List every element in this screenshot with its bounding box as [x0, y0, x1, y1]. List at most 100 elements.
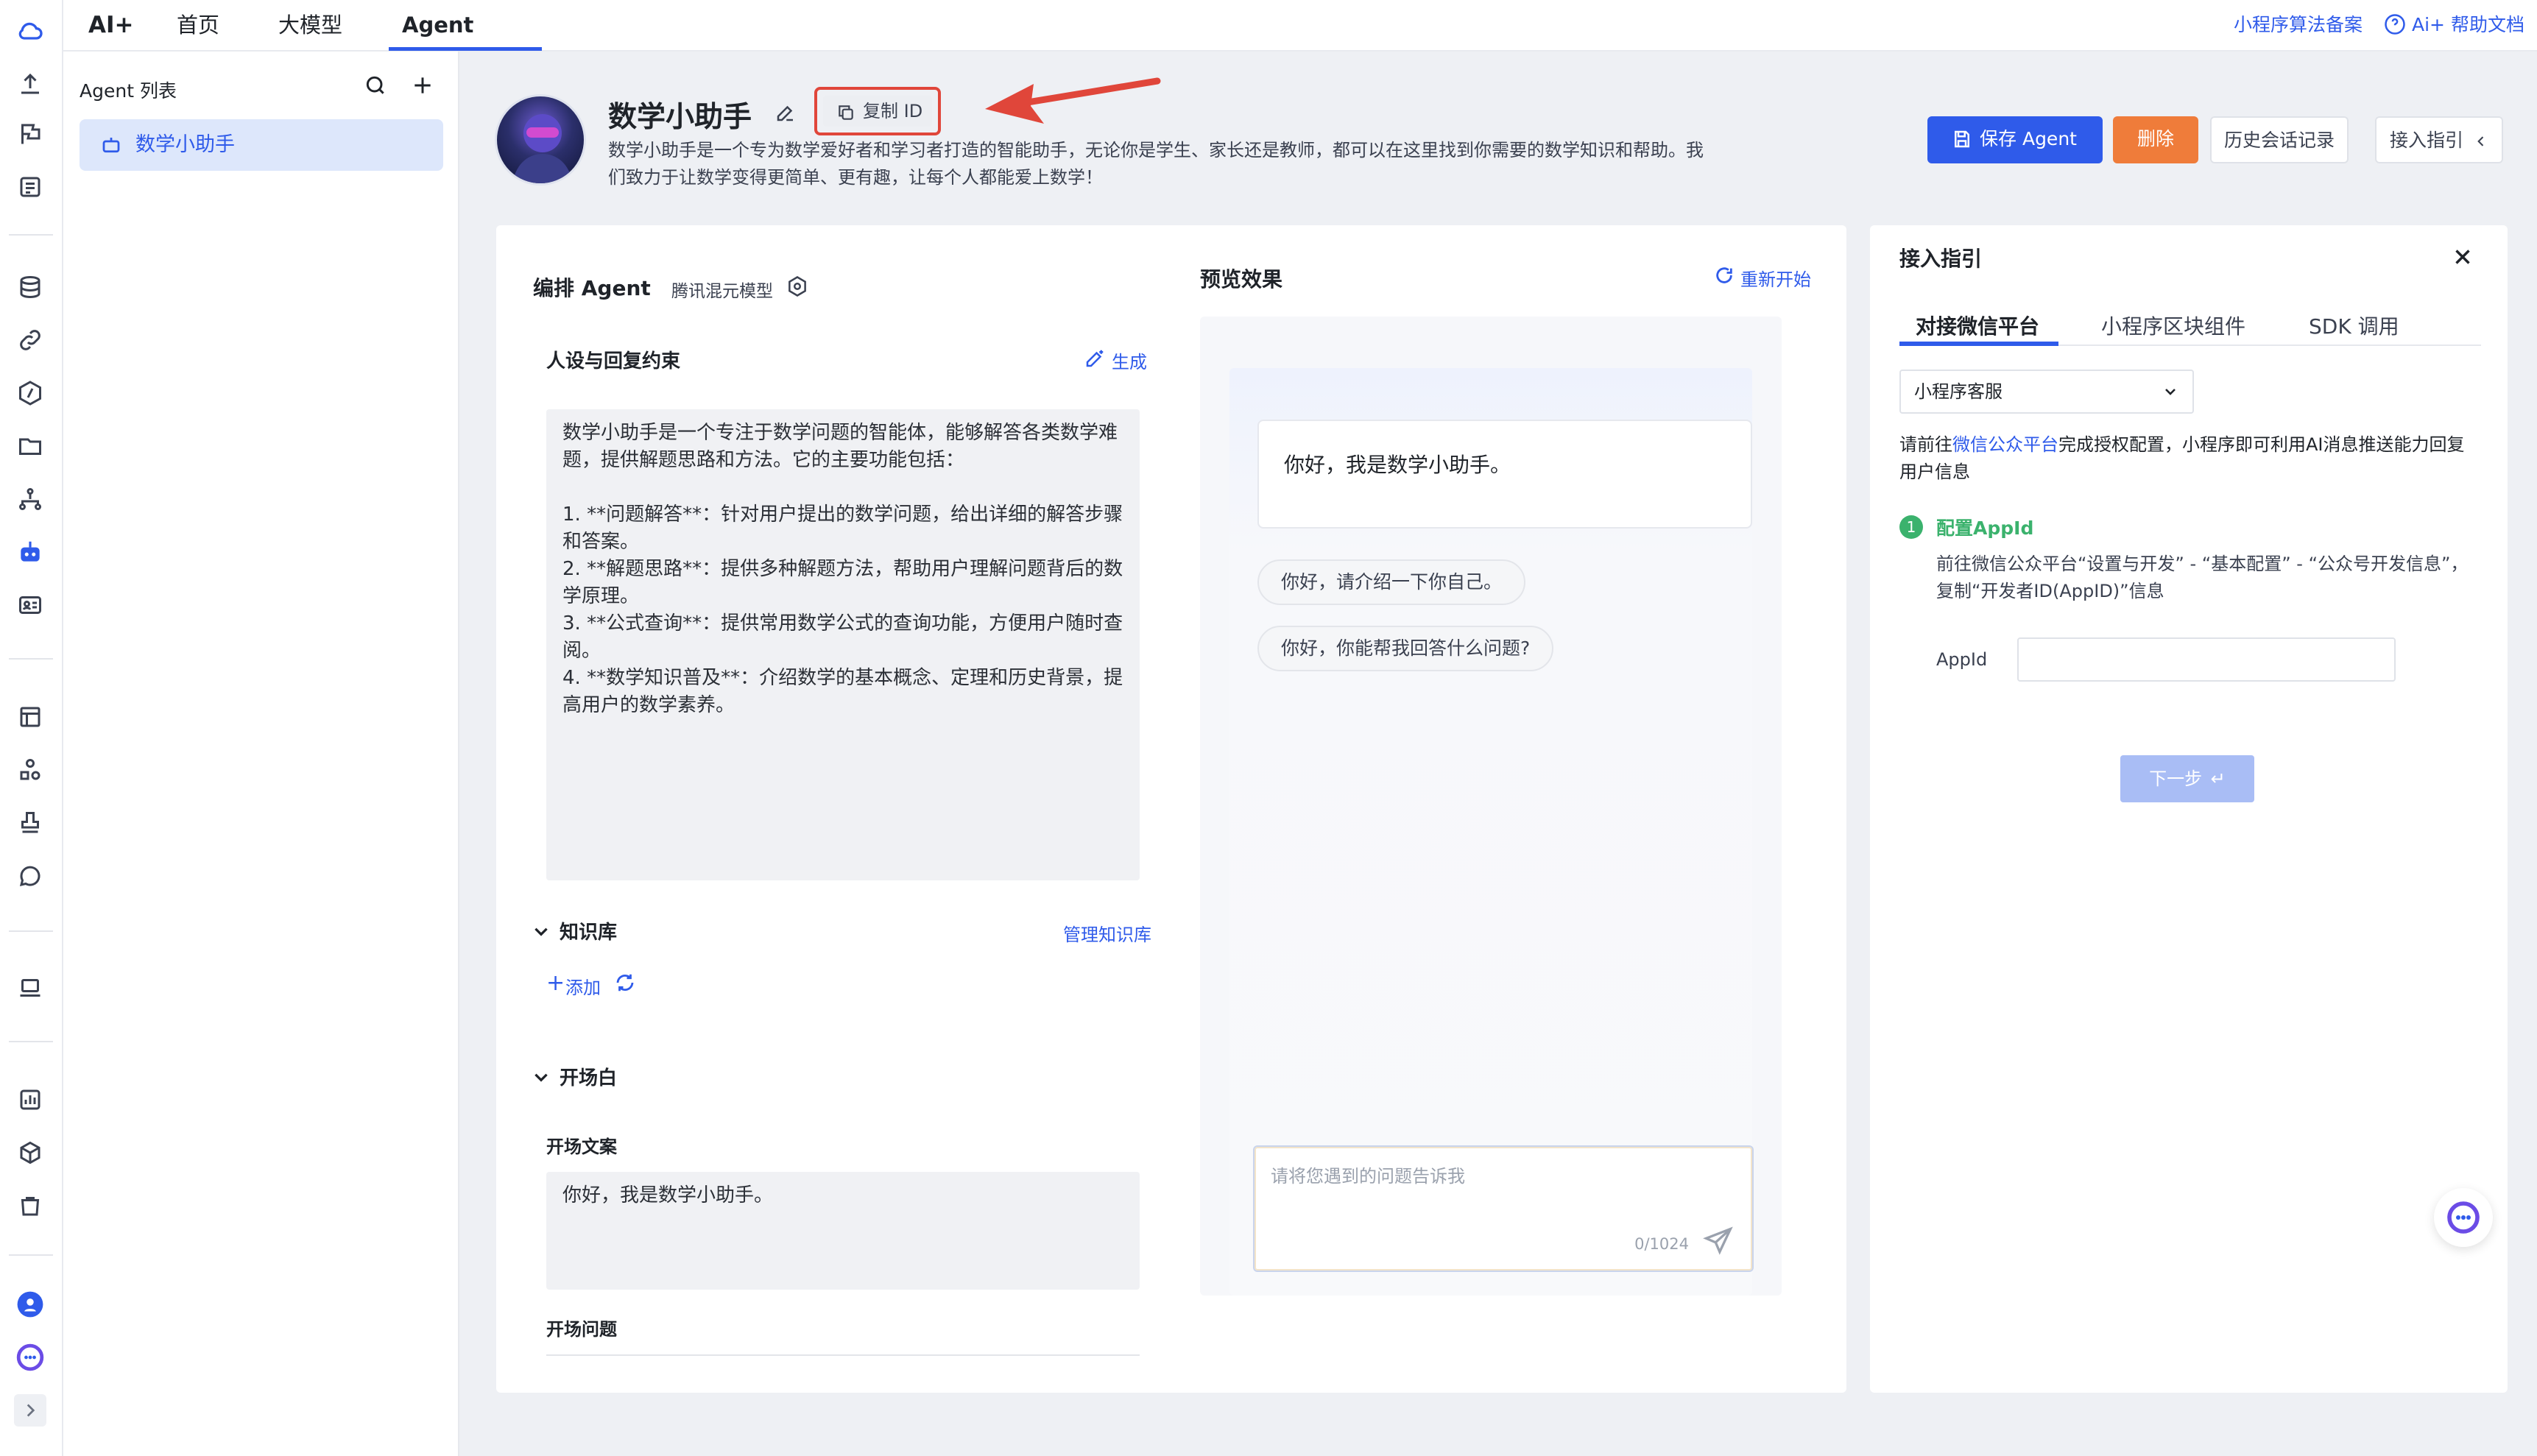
model-settings-icon[interactable] [786, 275, 808, 297]
opening-textarea[interactable]: 你好，我是数学小助手。 [546, 1172, 1140, 1290]
assistant-icon [2447, 1201, 2480, 1234]
persona-title: 人设与回复约束 [546, 350, 681, 372]
delete-button[interactable]: 删除 [2113, 116, 2198, 163]
step-title: 配置AppId [1936, 517, 2034, 539]
opening-questions-label: 开场问题 [546, 1319, 617, 1340]
integration-guide-label: 接入指引 [2390, 130, 2464, 151]
manage-knowledge-link[interactable]: 管理知识库 [1063, 920, 1151, 946]
agent-list-item[interactable]: 数学小助手 [80, 119, 443, 171]
nav-agent[interactable]: Agent [402, 0, 473, 52]
close-icon[interactable] [2450, 244, 2475, 269]
chevron-left-icon [2474, 134, 2488, 149]
copy-id-highlight: 复制 ID [814, 87, 941, 135]
help-docs-link[interactable]: Ai+ 帮助文档 [2384, 0, 2524, 52]
tab-active-indicator [1899, 342, 2058, 346]
refresh-icon[interactable] [614, 972, 636, 994]
compass-icon[interactable] [14, 377, 46, 409]
agent-description: 数学小助手是一个专为数学爱好者和学习者打造的智能助手，无论你是学生、家长还是教师… [608, 140, 1704, 188]
integration-guide-button[interactable]: 接入指引 [2375, 116, 2503, 163]
persona-textarea[interactable]: 数学小助手是一个专注于数学问题的智能体，能够解答各类数学难题，提供解题思路和方法… [546, 409, 1140, 880]
copy-icon [836, 103, 855, 122]
layout-icon[interactable] [14, 701, 46, 733]
left-rail [0, 0, 63, 1456]
plus-icon: + [546, 970, 565, 996]
nav-active-indicator [389, 47, 542, 51]
greeting-bubble: 你好，我是数学小助手。 [1257, 420, 1752, 529]
chart-icon[interactable] [14, 1084, 46, 1116]
copy-id-label: 复制 ID [863, 101, 923, 121]
agent-name: 数学小助手 [608, 101, 752, 134]
user-avatar-icon[interactable] [14, 1288, 46, 1321]
copy-id-button[interactable]: 复制 ID [823, 96, 932, 127]
annotation-arrow [985, 77, 1161, 124]
guide-title: 接入指引 [1899, 247, 1983, 271]
shapes-icon[interactable] [14, 754, 46, 786]
link-icon[interactable] [14, 324, 46, 356]
cloud-logo-icon[interactable] [14, 15, 46, 47]
send-icon[interactable] [1702, 1225, 1735, 1257]
folder-icon[interactable] [14, 430, 46, 462]
flag-icon[interactable] [14, 118, 46, 150]
next-step-label: 下一步 [2149, 768, 2203, 789]
integration-type-select[interactable]: 小程序客服 [1899, 370, 2194, 414]
history-button[interactable]: 历史会话记录 [2210, 116, 2349, 163]
integration-type-value: 小程序客服 [1914, 381, 2003, 402]
suggestion-chip[interactable]: 你好，请介绍一下你自己。 [1257, 559, 1526, 605]
bag-icon[interactable] [14, 1190, 46, 1222]
database-icon[interactable] [14, 271, 46, 303]
magic-pencil-icon [1084, 347, 1106, 370]
model-name[interactable]: 腾讯混元模型 [671, 277, 773, 302]
chat-icon[interactable] [14, 860, 46, 892]
restart-label: 重新开始 [1740, 269, 1811, 290]
save-agent-button[interactable]: 保存 Agent [1927, 116, 2103, 163]
agent-avatar[interactable] [495, 94, 586, 185]
restart-link[interactable]: 重新开始 [1714, 265, 1811, 291]
add-agent-icon[interactable] [411, 74, 434, 97]
chevron-down-icon [2162, 383, 2179, 400]
opening-title: 开场白 [560, 1067, 618, 1089]
knowledge-title: 知识库 [560, 922, 618, 944]
generate-link[interactable]: 生成 [1084, 347, 1147, 373]
chat-input-placeholder: 请将您遇到的问题告诉我 [1271, 1166, 1465, 1187]
laptop-icon[interactable] [14, 972, 46, 1004]
contact-card-icon[interactable] [14, 589, 46, 621]
nav-home[interactable]: 首页 [177, 0, 219, 52]
cube-icon[interactable] [14, 1137, 46, 1169]
upload-icon[interactable] [14, 68, 46, 100]
enter-arrow-icon: ↵ [2210, 768, 2226, 789]
stamp-icon[interactable] [14, 807, 46, 839]
nav-models[interactable]: 大模型 [278, 0, 342, 52]
edit-pencil-icon[interactable] [774, 102, 797, 124]
tab-wechat-platform[interactable]: 对接微信平台 [1916, 311, 2039, 340]
expand-chevron-icon[interactable] [14, 1394, 46, 1427]
chat-input[interactable]: 请将您遇到的问题告诉我 0/1024 [1253, 1145, 1754, 1272]
preview-panel: 你好，我是数学小助手。 你好，请介绍一下你自己。 你好，你能帮我回答什么问题? … [1200, 317, 1782, 1296]
floating-assistant-button[interactable] [2434, 1188, 2493, 1247]
suggestion-chip[interactable]: 你好，你能帮我回答什么问题? [1257, 626, 1554, 671]
opening-text-label: 开场文案 [546, 1137, 617, 1157]
step-description: 前往微信公众平台“设置与开发” - “基本配置” - “公众号开发信息”，复制“… [1936, 554, 2469, 601]
editor-title: 编排 Agent [533, 276, 651, 300]
add-knowledge-button[interactable]: + 添加 [546, 970, 601, 999]
document-icon[interactable] [14, 171, 46, 203]
search-icon[interactable] [364, 74, 387, 97]
generate-label: 生成 [1112, 352, 1147, 372]
collapse-opening-icon[interactable] [532, 1067, 551, 1086]
assistant-icon[interactable] [14, 1341, 46, 1374]
opening-questions-divider [546, 1354, 1140, 1356]
tab-miniprogram-component[interactable]: 小程序区块组件 [2101, 311, 2245, 340]
save-icon [1951, 128, 1973, 150]
workflow-icon[interactable] [14, 483, 46, 515]
collapse-knowledge-icon[interactable] [532, 922, 551, 941]
preview-title: 预览效果 [1200, 267, 1283, 291]
appid-input[interactable] [2017, 637, 2396, 682]
guide-intro: 请前往微信公众平台完成授权配置，小程序即可利用AI消息推送能力回复用户信息 [1899, 431, 2481, 486]
integration-guide-panel: 接入指引 对接微信平台 小程序区块组件 SDK 调用 小程序客服 请前往微信公众… [1870, 225, 2508, 1393]
brand-logo[interactable]: AI+ [88, 0, 134, 52]
next-step-button[interactable]: 下一步 ↵ [2120, 755, 2254, 802]
wechat-platform-link[interactable]: 微信公众平台 [1952, 434, 2058, 455]
tab-sdk[interactable]: SDK 调用 [2309, 311, 2399, 340]
algorithm-filing-link[interactable]: 小程序算法备案 [2234, 0, 2363, 52]
help-docs-label: Ai+ 帮助文档 [2412, 14, 2524, 35]
robot-icon[interactable] [14, 536, 46, 568]
